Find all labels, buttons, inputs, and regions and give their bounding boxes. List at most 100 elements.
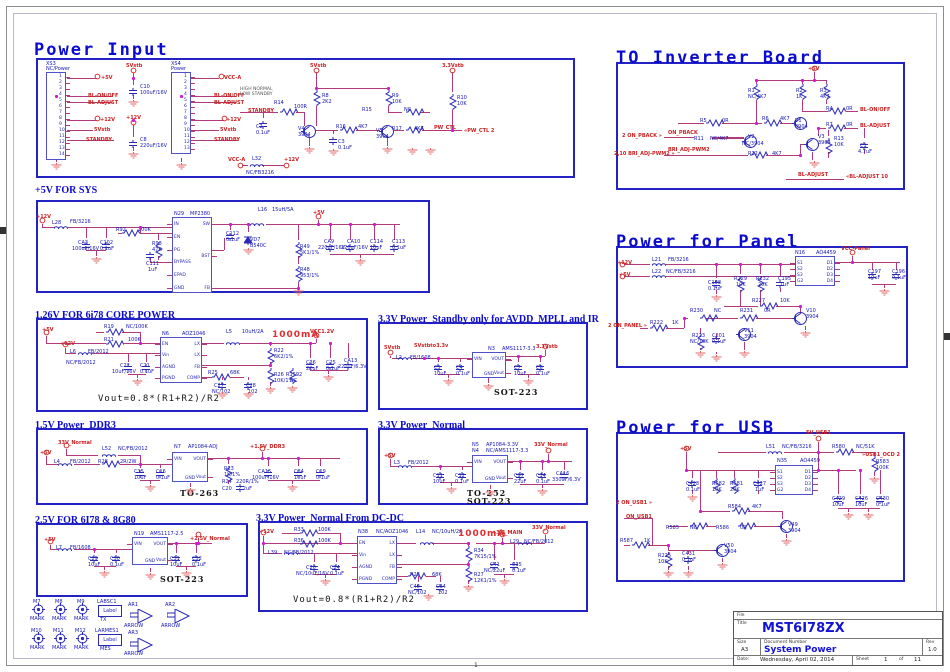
inductor-icon	[398, 356, 412, 362]
wire	[734, 470, 735, 478]
junction-dot	[685, 469, 688, 472]
connector-pin-number: 13	[184, 146, 190, 151]
wire	[740, 290, 741, 306]
ic-pin-stub	[168, 544, 173, 545]
section-title-to-inverter: TO Inverter Board	[616, 48, 824, 68]
capacitor-icon	[326, 362, 335, 370]
wire	[394, 224, 395, 240]
power-port-icon	[313, 332, 320, 339]
connector-pin-stub	[191, 131, 195, 132]
resistor-icon	[300, 529, 318, 537]
connector-pin-number: 10	[59, 128, 65, 133]
resistor-icon	[295, 242, 303, 258]
wire	[718, 452, 766, 453]
wire	[336, 553, 337, 562]
label-l14: L14	[416, 529, 425, 535]
label--bl-adjust-10: «BL-ADJUST 10	[846, 174, 888, 180]
inductor-icon	[58, 462, 72, 468]
wire	[262, 165, 284, 166]
ic-pin-stub	[813, 490, 818, 491]
label-l52: L52	[102, 446, 111, 452]
ground-icon	[425, 148, 436, 155]
junction-dot	[817, 451, 820, 454]
inductor-icon	[78, 351, 92, 357]
label-r14: R14	[274, 100, 284, 106]
ic-pin-stub	[813, 472, 818, 473]
ic-pin-s3: S3	[797, 273, 803, 278]
wire	[664, 137, 694, 138]
connector-pin-number: 5	[59, 98, 62, 103]
label-68k: 68K	[230, 370, 240, 376]
ground-icon	[287, 386, 298, 393]
ic-pin-comp: COMP	[186, 376, 200, 381]
wire	[67, 130, 93, 131]
resistor-icon	[267, 348, 275, 364]
label-1uf: 1uF	[148, 267, 157, 273]
ground-icon	[879, 289, 890, 296]
wire	[133, 125, 134, 137]
resistor-icon	[871, 456, 879, 472]
power-port-icon	[39, 217, 46, 224]
label-fb-1608: FB/1608	[70, 545, 91, 551]
junction-dot	[349, 223, 352, 226]
mark-symbol-icon	[76, 632, 89, 645]
capacitor-icon	[856, 496, 865, 504]
connector-pin-stub	[66, 95, 70, 96]
capacitor-icon	[458, 472, 467, 480]
label-sot-223: SOT-223	[494, 389, 538, 395]
power-port-icon	[283, 162, 290, 169]
ground-icon	[287, 485, 298, 492]
ic-pin-stub	[790, 269, 795, 270]
wire	[624, 545, 630, 546]
wire	[802, 100, 803, 111]
ic-pin-en: EN	[162, 342, 168, 347]
connector-pin-stub	[66, 107, 70, 108]
junction-dot	[517, 355, 520, 358]
wire	[666, 276, 795, 277]
wire	[390, 459, 391, 466]
label-r11: R11	[694, 136, 704, 142]
title-block-divider	[760, 638, 761, 655]
resistor-icon	[690, 522, 708, 530]
resistor-icon	[706, 119, 724, 127]
resistor-icon	[823, 84, 831, 100]
ic-pin-vin: VIN	[134, 542, 142, 547]
resistor-icon	[828, 124, 846, 132]
power-port-icon	[94, 115, 101, 122]
wire	[432, 543, 468, 544]
ic-pin-stub	[202, 367, 207, 368]
label-4k7: 4K7	[772, 151, 782, 157]
ground-icon	[446, 487, 457, 494]
wire	[868, 508, 869, 512]
wire	[452, 72, 453, 92]
connector-pin-stub	[191, 83, 195, 84]
wire	[196, 543, 197, 553]
label-100k: 100K	[318, 527, 331, 533]
ic-pin-d2: D2	[797, 476, 811, 481]
label-ams1117-3-3: AMS1117-3.3	[502, 346, 535, 352]
power-port-icon	[387, 349, 394, 356]
ground-icon	[243, 248, 254, 255]
connector-pin-stub	[191, 137, 195, 138]
label-bri-adj-pwm2: BRI_ADJ-PWM2	[668, 147, 710, 153]
wire	[716, 264, 717, 278]
title-block-divider	[734, 638, 942, 639]
inductor-icon	[284, 551, 298, 557]
label-arrow: ARROW	[124, 623, 143, 629]
label-l16: L16	[258, 207, 267, 213]
ground-icon	[243, 392, 254, 399]
wire	[880, 470, 881, 494]
capacitor-icon	[414, 584, 423, 592]
ic-pin-pg: PG	[174, 248, 180, 253]
junction-dot	[467, 542, 470, 545]
ic-pin-stub	[155, 355, 160, 356]
wire	[514, 543, 515, 560]
ic-pin-s2: S2	[797, 267, 803, 272]
section-title-1v26-core: 1.26V FOR 6i78 CORE POWER	[35, 310, 175, 321]
label-n4: N4	[472, 448, 479, 454]
ic-pin-vin: VIN	[174, 457, 182, 462]
label-tx: TX	[100, 617, 106, 623]
resistor-icon	[632, 541, 650, 549]
ic-pin-fb: FB	[196, 286, 210, 291]
transistor-icon	[778, 518, 795, 535]
